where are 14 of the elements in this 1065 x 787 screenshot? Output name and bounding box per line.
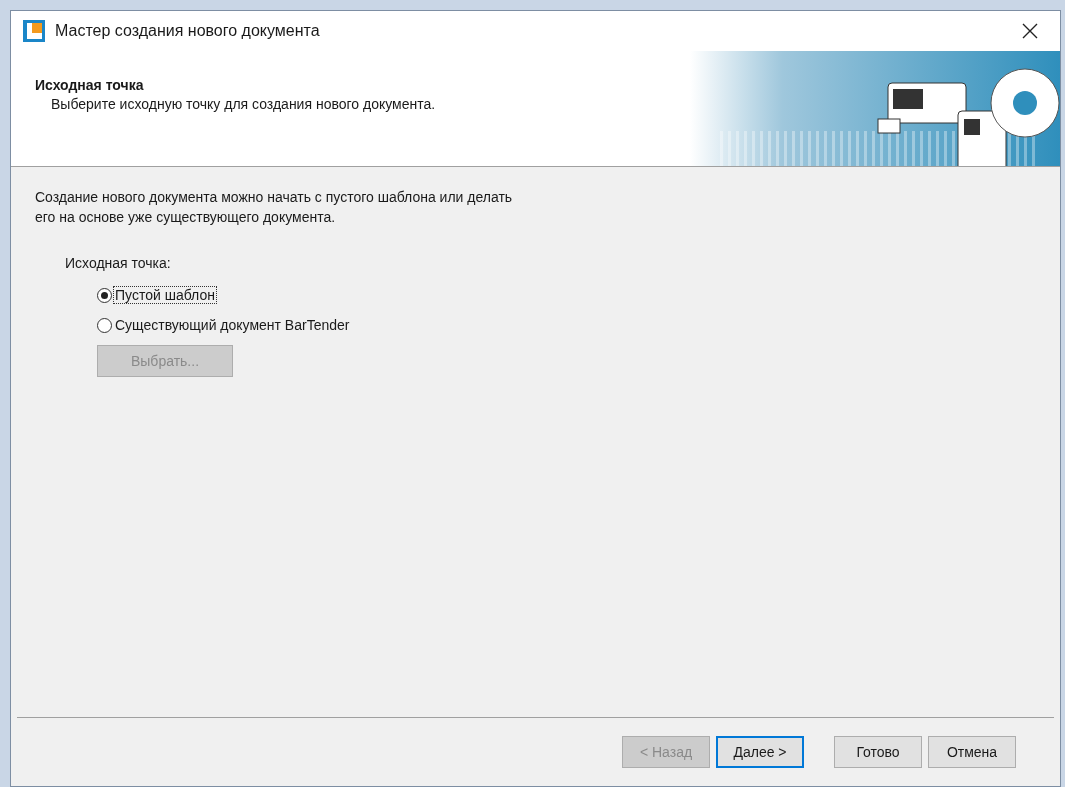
group-label: Исходная точка:	[65, 255, 172, 271]
wizard-button[interactable]: Далее >	[716, 736, 804, 768]
radio-button[interactable]	[97, 287, 112, 303]
step-description: Выберите исходную точку для создания нового документа.	[50, 96, 437, 112]
close-icon	[1022, 23, 1038, 39]
intro-text: Создание нового документа можно начать с пустого шаблона или делать его на основе уже существующего документа.	[35, 188, 514, 227]
option-label[interactable]: Существующий документ BarTender	[114, 317, 351, 333]
step-title: Исходная точка	[35, 77, 145, 93]
radio-button[interactable]	[97, 317, 112, 333]
wizard-button[interactable]: Отмена	[928, 736, 1016, 768]
option-label[interactable]: Пустой шаблон	[114, 287, 216, 303]
app-logo-icon	[23, 20, 45, 42]
wizard-button[interactable]: Готово	[834, 736, 922, 768]
window-title: Мастер создания нового документа	[55, 22, 321, 40]
